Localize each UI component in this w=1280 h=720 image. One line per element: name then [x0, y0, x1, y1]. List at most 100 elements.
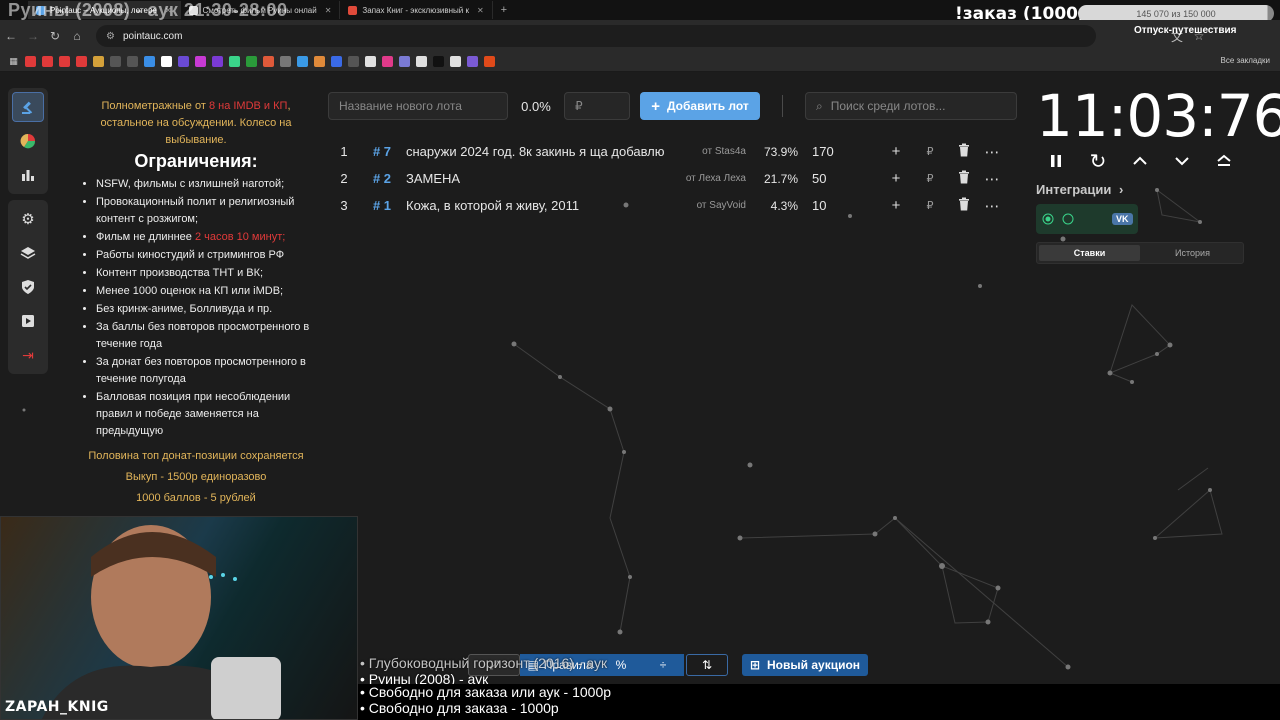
tab-bets[interactable]: Ставки — [1039, 245, 1140, 261]
home-icon[interactable]: ⌂ — [66, 29, 88, 43]
bookmark-favicon-icon[interactable] — [348, 56, 359, 67]
reset-timer-button[interactable]: ↻ — [1088, 150, 1108, 173]
webcam-overlay: ZAPAH_KNIG — [0, 516, 358, 720]
bookmark-favicon-icon[interactable] — [144, 56, 155, 67]
close-icon[interactable]: ✕ — [325, 6, 332, 15]
lot-row[interactable]: 1 # 7 снаружи 2024 год. 8к закинь я ща доб… — [330, 138, 1020, 165]
bookmark-favicon-icon[interactable] — [229, 56, 240, 67]
trash-icon[interactable] — [950, 143, 978, 161]
sort-button[interactable]: ⇅ — [686, 654, 728, 676]
add-to-lot-plus-icon[interactable]: + — [882, 143, 910, 160]
rule-item: За донат без повторов просмотренного в т… — [96, 354, 312, 388]
stream-note-overlay: Отпуск-путешествия — [1134, 25, 1237, 36]
bookmark-favicon-icon[interactable] — [450, 56, 461, 67]
sidebar-item-security[interactable] — [12, 272, 44, 302]
queue-line: • Свободно для заказа - 1000р — [360, 700, 559, 716]
split-button[interactable]: ÷ — [642, 654, 684, 676]
integrations-toggle[interactable]: Интеграции › — [1036, 182, 1123, 197]
bookmark-favicon-icon[interactable] — [314, 56, 325, 67]
bookmark-favicon-icon[interactable] — [93, 56, 104, 67]
tab-history[interactable]: История — [1142, 243, 1243, 263]
new-auction-button[interactable]: ⊞ Новый аукцион — [742, 654, 868, 676]
bookmark-favicon-icon[interactable] — [25, 56, 36, 67]
bookmarks-bar: ▦ Все закладки — [0, 52, 1280, 72]
trash-icon[interactable] — [950, 197, 978, 215]
bookmark-favicon-icon[interactable] — [110, 56, 121, 67]
auction-timer: 11:03:76 — [1036, 82, 1280, 150]
lot-name-input[interactable]: Название нового лота — [328, 92, 508, 120]
lot-amount-input[interactable]: ₽ — [564, 92, 630, 120]
url-text: pointauc.com — [122, 30, 183, 42]
lot-row[interactable]: 3 # 1 Кожа, в которой я живу, 2011 от SayVo… — [330, 192, 1020, 219]
sidebar-group-settings: ⚙ ⇥ — [8, 200, 48, 374]
radio-on-icon[interactable] — [1042, 213, 1054, 225]
bookmark-favicon-icon[interactable] — [416, 56, 427, 67]
pause-button[interactable] — [1046, 150, 1066, 172]
search-input[interactable]: ⌕ Поиск среди лотов... — [805, 92, 1017, 120]
sidebar-item-logout[interactable]: ⇥ — [12, 340, 44, 370]
more-options-icon[interactable]: ⋯ — [978, 143, 1006, 161]
bookmark-favicon-icon[interactable] — [365, 56, 376, 67]
sidebar-item-stats[interactable] — [12, 160, 44, 190]
bookmark-favicon-icon[interactable] — [127, 56, 138, 67]
goal-text: 145 070 из 150 000 — [1136, 8, 1216, 19]
bookmark-favicon-icon[interactable] — [161, 56, 172, 67]
plus-icon: + — [651, 97, 660, 115]
bookmark-favicon-icon[interactable] — [195, 56, 206, 67]
lot-amount[interactable]: 50 — [798, 171, 882, 186]
bookmark-favicon-icon[interactable] — [484, 56, 495, 67]
bar-chart-icon — [22, 170, 34, 181]
bookmark-favicon-icon[interactable] — [433, 56, 444, 67]
lot-row[interactable]: 2 # 2 ЗАМЕНА от Леха Леха 21.7% 50 + ₽ ⋯ — [330, 165, 1020, 192]
radio-off-icon[interactable] — [1062, 213, 1074, 225]
all-bookmarks-link[interactable]: Все закладки — [1221, 56, 1270, 65]
url-field[interactable]: ⚙ pointauc.com — [96, 25, 1096, 47]
bookmark-favicon-icon[interactable] — [178, 56, 189, 67]
lot-amount[interactable]: 170 — [798, 144, 882, 159]
chevron-up-icon — [1133, 156, 1147, 165]
vk-icon[interactable]: VK — [1112, 213, 1133, 225]
lot-amount[interactable]: 10 — [798, 198, 882, 213]
add-to-lot-plus-icon[interactable]: + — [882, 197, 910, 214]
bookmark-favicon-icon[interactable] — [399, 56, 410, 67]
close-icon[interactable]: ✕ — [477, 6, 484, 15]
sidebar-item-auction[interactable] — [12, 92, 44, 122]
more-options-icon[interactable]: ⋯ — [978, 170, 1006, 188]
lot-name[interactable]: Кожа, в которой я живу, 2011 — [406, 198, 676, 213]
address-bar: ← → ↻ ⌂ ⚙ pointauc.com 文 ☆ — [0, 20, 1280, 52]
lot-name[interactable]: снаружи 2024 год. 8к закинь я ща добавлю — [406, 144, 676, 159]
more-options-icon[interactable]: ⋯ — [978, 197, 1006, 215]
lot-name[interactable]: ЗАМЕНА — [406, 171, 676, 186]
sidebar-item-layers[interactable] — [12, 238, 44, 268]
forward-arrow-icon[interactable]: → — [22, 29, 44, 43]
add-to-lot-plus-icon[interactable]: + — [882, 170, 910, 187]
bookmark-favicon-icon[interactable] — [331, 56, 342, 67]
sidebar-item-settings[interactable]: ⚙ — [12, 204, 44, 234]
back-arrow-icon[interactable]: ← — [0, 29, 22, 43]
sidebar-item-wheel[interactable] — [12, 126, 44, 156]
bookmark-favicon-icon[interactable] — [59, 56, 70, 67]
bookmark-favicon-icon[interactable] — [246, 56, 257, 67]
bookmark-favicon-icon[interactable] — [76, 56, 87, 67]
add-lot-button[interactable]: + Добавить лот — [640, 92, 760, 120]
max-time-button[interactable] — [1214, 150, 1234, 172]
trash-icon[interactable] — [950, 170, 978, 188]
logout-icon: ⇥ — [22, 346, 34, 363]
bookmark-favicon-icon[interactable] — [382, 56, 393, 67]
new-tab-plus-icon[interactable]: + — [501, 4, 507, 16]
lot-author: от SayVoid — [696, 200, 746, 211]
bookmark-favicon-icon[interactable] — [467, 56, 478, 67]
bookmark-favicon-icon[interactable] — [297, 56, 308, 67]
site-info-icon[interactable]: ⚙ — [106, 31, 115, 42]
reset-icon: ↻ — [1089, 150, 1107, 173]
tab-zapah-knig[interactable]: Запах Книг - эксклюзивный к ✕ — [340, 1, 493, 19]
bookmark-favicon-icon[interactable] — [280, 56, 291, 67]
increase-time-button[interactable] — [1130, 150, 1150, 172]
bookmark-favicon-icon[interactable] — [42, 56, 53, 67]
reload-icon[interactable]: ↻ — [44, 29, 66, 43]
bookmark-favicon-icon[interactable] — [212, 56, 223, 67]
sidebar-item-media[interactable] — [12, 306, 44, 336]
bookmark-favicon-icon[interactable] — [263, 56, 274, 67]
decrease-time-button[interactable] — [1172, 150, 1192, 172]
apps-grid-icon[interactable]: ▦ — [8, 56, 19, 67]
